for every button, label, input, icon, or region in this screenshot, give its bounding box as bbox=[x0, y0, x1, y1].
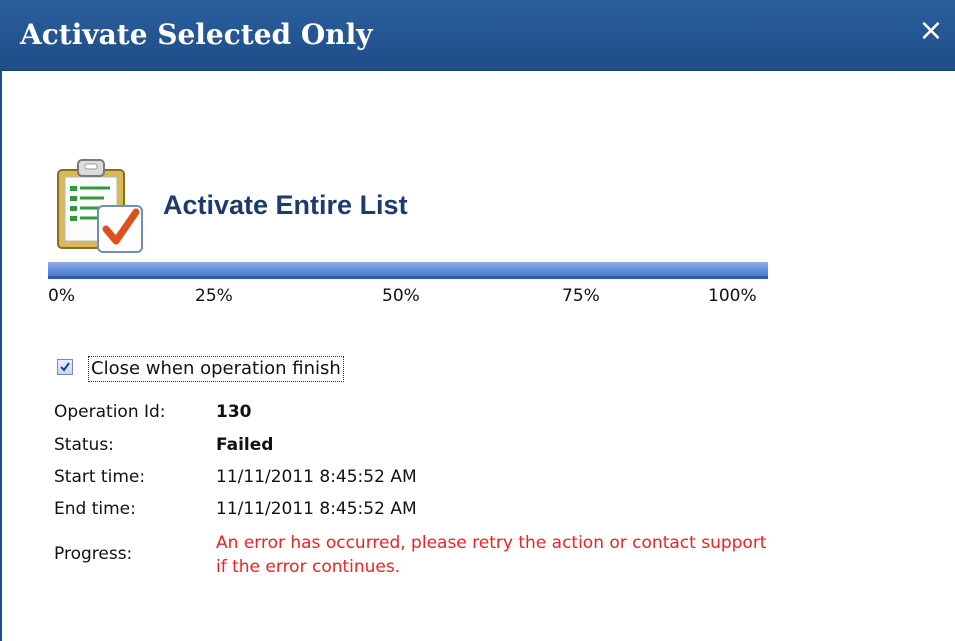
close-when-finished-checkbox[interactable] bbox=[57, 359, 73, 375]
close-icon[interactable]: × bbox=[917, 16, 945, 46]
progress-tick-0: 0% bbox=[48, 286, 75, 306]
progress-tick-75: 75% bbox=[562, 286, 600, 306]
clipboard-check-icon bbox=[54, 156, 146, 258]
progress-label: Progress: bbox=[54, 544, 133, 564]
start-time-label: Start time: bbox=[54, 467, 146, 487]
end-time-label: End time: bbox=[54, 499, 136, 519]
status-value: Failed bbox=[216, 435, 274, 455]
operation-id-value: 130 bbox=[216, 402, 252, 422]
close-when-finished-label[interactable]: Close when operation finish bbox=[88, 356, 344, 382]
progress-error-message: An error has occurred, please retry the … bbox=[216, 533, 767, 577]
status-label: Status: bbox=[54, 435, 114, 455]
dialog-left-border bbox=[0, 70, 2, 641]
progress-tick-50: 50% bbox=[382, 286, 420, 306]
dialog-titlebar[interactable]: Activate Selected Only × bbox=[0, 0, 955, 71]
progress-bar-fill bbox=[48, 262, 768, 279]
end-time-value: 11/11/2011 8:45:52 AM bbox=[216, 499, 417, 519]
dialog-title: Activate Selected Only bbox=[20, 18, 373, 51]
operation-id-label: Operation Id: bbox=[54, 402, 166, 422]
progress-tick-100: 100% bbox=[708, 286, 757, 306]
progress-bar bbox=[48, 262, 768, 279]
checkmark-icon bbox=[60, 362, 70, 372]
progress-tick-25: 25% bbox=[195, 286, 233, 306]
start-time-value: 11/11/2011 8:45:52 AM bbox=[216, 467, 417, 487]
dialog-window: Activate Selected Only × Activate Entire… bbox=[0, 0, 955, 641]
operation-title: Activate Entire List bbox=[163, 190, 408, 220]
